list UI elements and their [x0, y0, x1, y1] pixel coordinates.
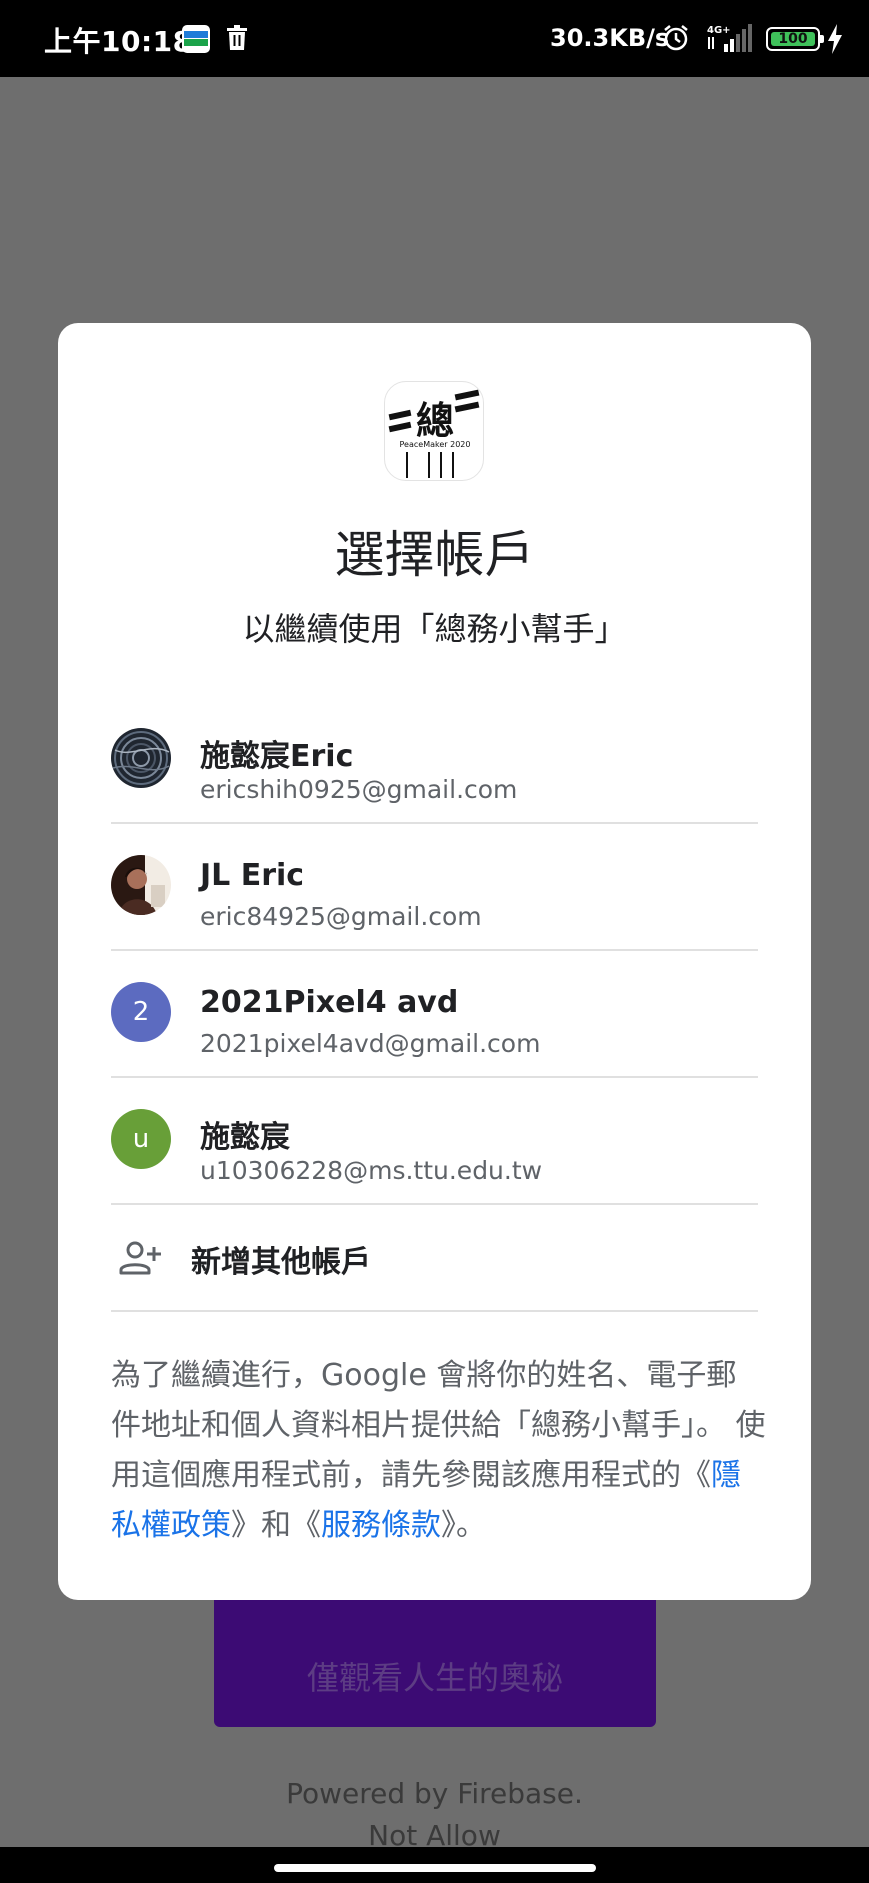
app-logo-text: PeaceMaker 2020 — [400, 440, 471, 449]
account-email: u10306228@ms.ttu.edu.tw — [200, 1156, 543, 1185]
trash-icon — [227, 25, 247, 50]
add-person-icon — [119, 1241, 161, 1275]
navigation-bar — [0, 1847, 869, 1883]
account-email: 2021pixel4avd@gmail.com — [200, 1029, 541, 1058]
consent-text: 為了繼續進行，Google 會將你的姓名、電子郵件地址和個人資料相片提供給「總務… — [111, 1351, 766, 1551]
avatar: u — [111, 1109, 171, 1169]
status-bar: 上午10:18 30.3KB/s 4G+ 100 — [0, 0, 869, 77]
charging-icon — [828, 24, 842, 54]
account-chooser-dialog: 總 PeaceMaker 2020 選擇帳戶 以繼續使用「總務小幫手」 施懿宸E… — [58, 323, 811, 1600]
battery-level: 100 — [771, 32, 815, 46]
consent-text-part1: 為了繼續進行，Google 會將你的姓名、電子郵件地址和個人資料相片提供給「總務… — [111, 1358, 766, 1493]
avatar — [111, 728, 171, 788]
account-email: ericshih0925@gmail.com — [200, 775, 518, 804]
dialog-subtitle: 以繼續使用「總務小幫手」 — [242, 610, 627, 648]
dialog-title: 選擇帳戶 — [334, 526, 535, 584]
account-name: 施懿宸Eric — [200, 739, 354, 774]
add-account-label: 新增其他帳戶 — [191, 1245, 371, 1280]
clock: 上午10:18 — [44, 25, 193, 58]
alarm-icon — [664, 25, 688, 51]
avatar — [111, 855, 171, 915]
account-item-ttu[interactable]: u 施懿宸 u10306228@ms.ttu.edu.tw — [111, 1078, 758, 1205]
powered-by-text: Powered by Firebase. — [286, 1777, 583, 1810]
svg-text:總: 總 — [416, 399, 454, 443]
home-gesture-handle[interactable] — [274, 1864, 596, 1872]
account-item-ericshih[interactable]: 施懿宸Eric ericshih0925@gmail.com — [111, 697, 758, 824]
network-speed: 30.3KB/s — [550, 24, 670, 52]
app-logo: 總 PeaceMaker 2020 — [384, 381, 484, 481]
account-name: 2021Pixel4 avd — [200, 985, 459, 1020]
avatar: 2 — [111, 982, 171, 1042]
account-name: JL Eric — [200, 858, 305, 893]
background-button-label: 僅觀看人生的奧秘 — [306, 1659, 563, 1697]
battery-icon: 100 — [766, 27, 824, 51]
consent-text-part2: 》和《 — [231, 1508, 321, 1543]
account-name: 施懿宸 — [200, 1120, 290, 1155]
background-primary-button: 僅觀看人生的奧秘 — [214, 1587, 656, 1727]
account-item-jleric[interactable]: JL Eric eric84925@gmail.com — [111, 824, 758, 951]
network-type-label: 4G+ — [707, 25, 731, 36]
signal-icon: 4G+ — [707, 24, 752, 52]
consent-text-part3: 》。 — [441, 1508, 486, 1543]
terms-of-service-link[interactable]: 服務條款 — [321, 1508, 441, 1543]
account-list: 施懿宸Eric ericshih0925@gmail.com JL Eric e… — [111, 697, 758, 1312]
app-notification-icon — [182, 25, 210, 53]
account-email: eric84925@gmail.com — [200, 902, 482, 931]
add-account-button[interactable]: 新增其他帳戶 — [111, 1205, 758, 1312]
account-item-pixel4avd[interactable]: 2 2021Pixel4 avd 2021pixel4avd@gmail.com — [111, 951, 758, 1078]
